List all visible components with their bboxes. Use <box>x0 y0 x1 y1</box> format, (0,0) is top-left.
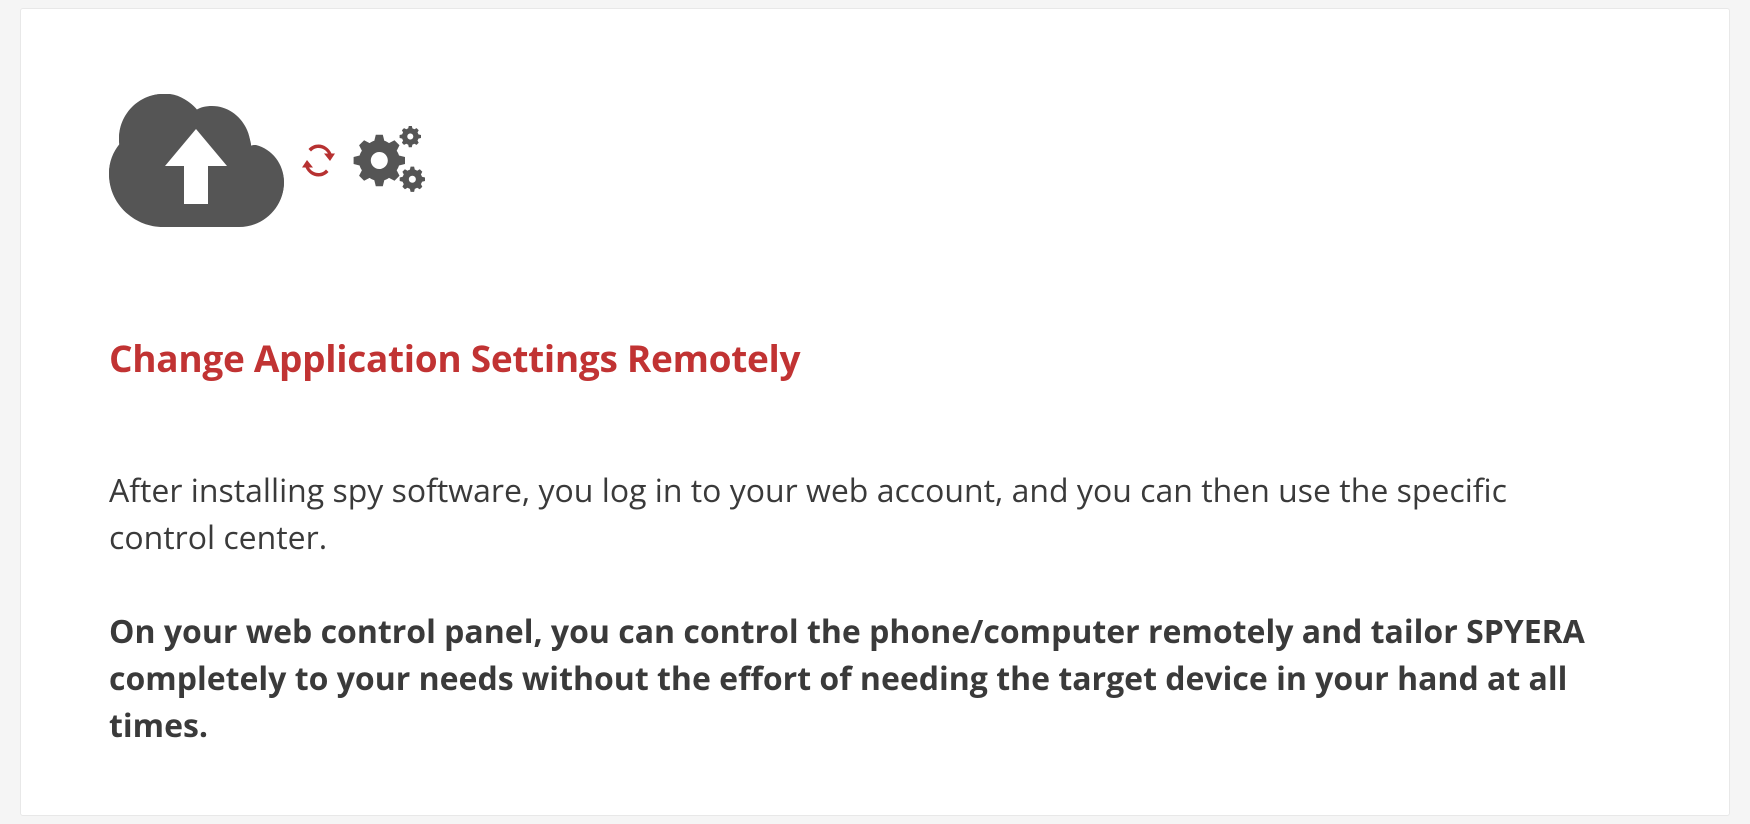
sync-icon <box>302 144 335 177</box>
bold-paragraph: On your web control panel, you can contr… <box>109 609 1639 749</box>
gears-icon <box>353 126 427 196</box>
content-card: Change Application Settings Remotely Aft… <box>20 8 1730 816</box>
icon-row <box>109 94 1641 227</box>
section-heading: Change Application Settings Remotely <box>109 332 1641 383</box>
cloud-upload-icon <box>109 94 284 227</box>
intro-paragraph: After installing spy software, you log i… <box>109 468 1619 561</box>
